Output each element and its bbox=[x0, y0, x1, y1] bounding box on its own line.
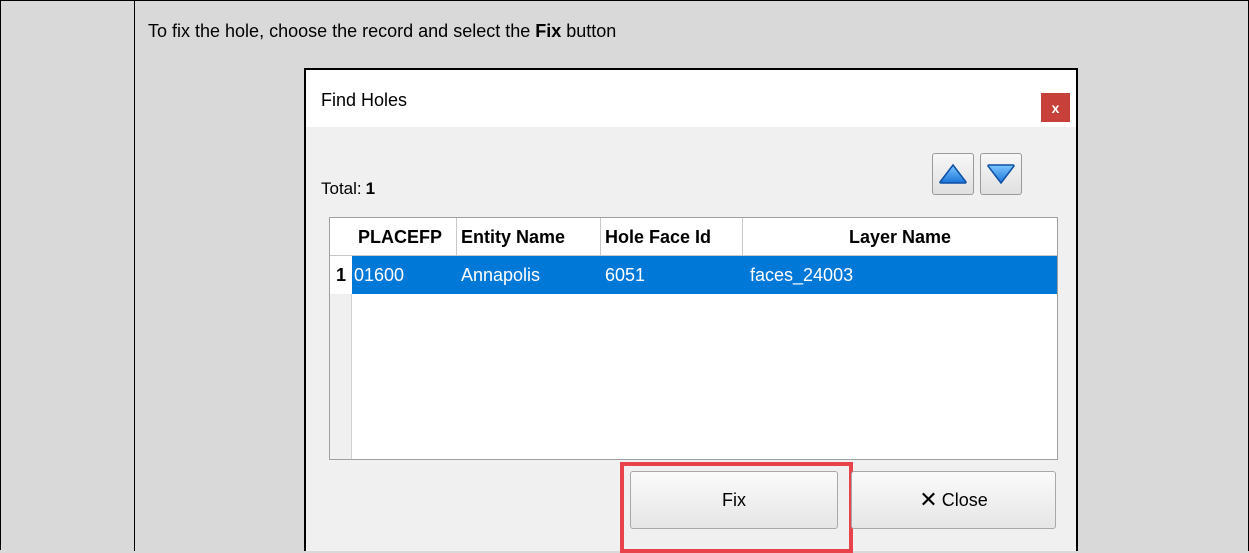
fix-button[interactable]: Fix bbox=[630, 471, 838, 529]
table-row[interactable]: 01600 Annapolis 6051 faces_24003 bbox=[352, 256, 1057, 294]
cell-entity-name: Annapolis bbox=[461, 264, 541, 285]
document-table: To fix the hole, choose the record and s… bbox=[0, 0, 1249, 553]
instruction-text: To fix the hole, choose the record and s… bbox=[148, 21, 616, 42]
arrow-down-icon bbox=[987, 164, 1015, 185]
instruction-after: button bbox=[561, 21, 617, 41]
arrow-up-icon bbox=[939, 163, 967, 184]
move-up-button[interactable] bbox=[932, 153, 974, 195]
column-header-layer-name[interactable]: Layer Name bbox=[743, 218, 1057, 256]
fix-button-label: Fix bbox=[722, 489, 746, 510]
close-x-glyph: x bbox=[1051, 99, 1060, 116]
close-x-icon[interactable]: x bbox=[1041, 93, 1070, 122]
close-button[interactable]: ✕ Close bbox=[851, 471, 1056, 529]
instruction-bold: Fix bbox=[535, 21, 562, 41]
cell-placefp: 01600 bbox=[354, 264, 405, 285]
close-button-label: Close bbox=[941, 489, 988, 510]
total-value: 1 bbox=[365, 179, 376, 198]
total-label: Total: bbox=[321, 179, 362, 198]
find-holes-dialog: Find Holes x Total: 1 PLACEFP Entity Nam… bbox=[304, 68, 1078, 553]
results-grid: PLACEFP Entity Name Hole Face Id Layer N… bbox=[329, 217, 1058, 460]
column-header-hole-face-id[interactable]: Hole Face Id bbox=[601, 218, 743, 256]
column-divider bbox=[134, 1, 135, 551]
column-header-placefp[interactable]: PLACEFP bbox=[352, 218, 457, 256]
column-header-entity-name[interactable]: Entity Name bbox=[457, 218, 601, 256]
grid-header: PLACEFP Entity Name Hole Face Id Layer N… bbox=[330, 218, 1057, 256]
close-icon: ✕ bbox=[919, 487, 938, 512]
dialog-title: Find Holes bbox=[321, 90, 408, 110]
dialog-titlebar: Find Holes x bbox=[306, 70, 1076, 127]
cell-hole-face-id: 6051 bbox=[605, 264, 646, 285]
move-down-button[interactable] bbox=[980, 153, 1022, 195]
total-count: Total: 1 bbox=[321, 179, 375, 199]
cell-layer-name: faces_24003 bbox=[750, 264, 854, 285]
row-index[interactable]: 1 bbox=[330, 256, 352, 294]
instruction-before: To fix the hole, choose the record and s… bbox=[148, 21, 536, 41]
